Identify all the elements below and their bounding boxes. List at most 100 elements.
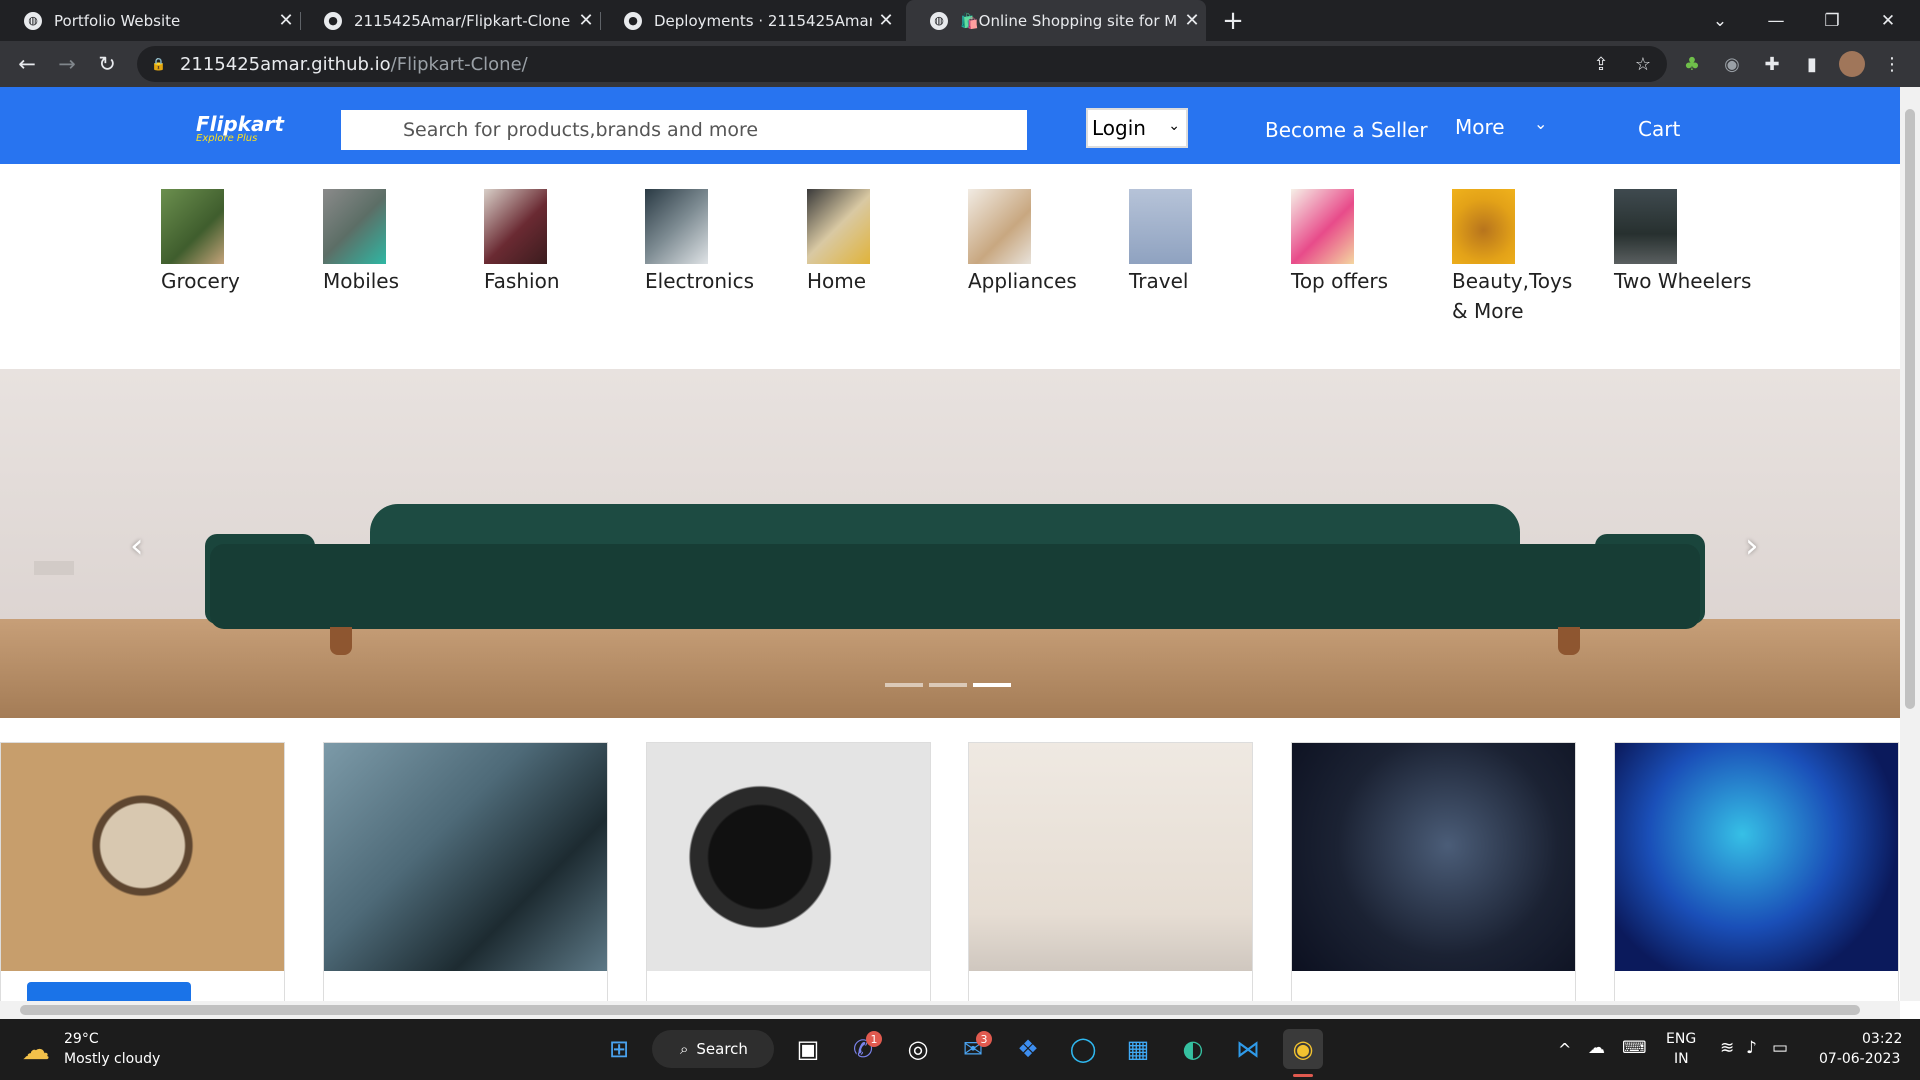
wall-outlet	[34, 561, 74, 575]
back-icon[interactable]: ←	[11, 48, 43, 80]
dropbox-icon[interactable]: ❖	[1008, 1029, 1048, 1069]
carousel-indicator[interactable]	[885, 683, 923, 687]
category-label: Beauty,Toys	[1452, 269, 1573, 293]
extension-tree-icon[interactable]: ♣	[1676, 48, 1708, 80]
product-card[interactable]	[1291, 742, 1576, 1001]
github-icon: ●	[624, 11, 642, 30]
scrollbar-thumb[interactable]	[1905, 109, 1915, 709]
wifi-icon[interactable]: ≋	[1720, 1038, 1734, 1058]
more-chevron-icon[interactable]: ⌄	[1534, 114, 1547, 133]
category-top-offers[interactable]: Top offers	[1291, 189, 1388, 296]
github-icon: ●	[324, 11, 342, 30]
vscode-icon[interactable]: ⋈	[1228, 1029, 1268, 1069]
weather-cloud-icon[interactable]: ☁	[22, 1033, 50, 1066]
carousel-indicator-active[interactable]	[973, 683, 1011, 687]
menu-kebab-icon[interactable]: ⋮	[1876, 48, 1908, 80]
cart-link[interactable]: Cart	[1638, 117, 1680, 141]
close-window-icon[interactable]: ✕	[1860, 0, 1916, 41]
tab-flipkart-clone[interactable]: ◍ 🛍️Online Shopping site for Mob ✕	[906, 0, 1206, 41]
cortana-icon[interactable]: ◯	[1063, 1029, 1103, 1069]
chevron-right-icon[interactable]: ›	[1745, 526, 1759, 566]
github-desktop-icon[interactable]: ◎	[898, 1029, 938, 1069]
bookmark-star-icon[interactable]: ☆	[1627, 48, 1659, 80]
language-in[interactable]: IN	[1674, 1051, 1689, 1067]
category-two-wheelers[interactable]: Two Wheelers	[1614, 189, 1751, 296]
carousel-indicator[interactable]	[929, 683, 967, 687]
tab-deployments[interactable]: ● Deployments · 2115425Amar/Flip ✕	[600, 0, 900, 41]
category-label: Two Wheelers	[1614, 269, 1752, 293]
search-input[interactable]: Search for products,brands and more	[341, 110, 1027, 150]
become-seller-link[interactable]: Become a Seller	[1265, 118, 1428, 142]
close-tab-icon[interactable]: ✕	[572, 10, 600, 31]
side-panel-icon[interactable]: ▮	[1796, 48, 1828, 80]
category-electronics[interactable]: Electronics	[645, 189, 754, 296]
product-card[interactable]	[968, 742, 1253, 1001]
forward-icon[interactable]: →	[51, 48, 83, 80]
product-cards	[0, 742, 1900, 1001]
product-image-camera-lens	[647, 743, 930, 971]
login-select[interactable]: Login ⌄	[1086, 108, 1188, 148]
chevron-left-icon[interactable]: ‹	[130, 526, 144, 566]
share-icon[interactable]: ⇪	[1585, 48, 1617, 80]
address-bar[interactable]: 🔒 2115425amar.github.io/Flipkart-Clone/	[137, 46, 1667, 82]
flipkart-logo[interactable]: Flipkart Explore Plus	[196, 114, 284, 145]
language-eng[interactable]: ENG	[1666, 1031, 1696, 1047]
category-label: Home	[807, 269, 867, 293]
search-placeholder: Search for products,brands and more	[403, 119, 759, 141]
weather-temp[interactable]: 29°C	[64, 1031, 99, 1047]
url-host: 2115425amar.github.io	[179, 53, 391, 75]
scrollbar-thumb[interactable]	[20, 1005, 1860, 1015]
tab-search-icon[interactable]: ⌄	[1692, 0, 1748, 41]
close-tab-icon[interactable]: ✕	[272, 10, 300, 31]
reload-icon[interactable]: ↻	[91, 48, 123, 80]
chrome-icon[interactable]: ◉	[1283, 1029, 1323, 1069]
category-grocery[interactable]: Grocery	[161, 189, 240, 296]
close-tab-icon[interactable]: ✕	[1178, 10, 1206, 31]
task-view-icon[interactable]: ▣	[788, 1029, 828, 1069]
clock-date[interactable]: 07-06-2023	[1819, 1051, 1900, 1067]
carousel-floor	[0, 619, 1900, 718]
tab-portfolio[interactable]: ◍ Portfolio Website ✕	[0, 0, 300, 41]
new-tab-button[interactable]: +	[1205, 0, 1261, 41]
close-tab-icon[interactable]: ✕	[872, 10, 900, 31]
product-card[interactable]	[1614, 742, 1899, 1001]
keyboard-icon[interactable]: ⌨	[1622, 1038, 1647, 1058]
category-label: Electronics	[645, 269, 755, 293]
sofa-seat	[210, 544, 1700, 629]
category-appliances[interactable]: Appliances	[968, 189, 1077, 296]
horizontal-scrollbar[interactable]	[0, 1001, 1900, 1019]
category-mobiles[interactable]: Mobiles	[323, 189, 399, 296]
category-fashion[interactable]: Fashion	[484, 189, 560, 296]
mail-badge: 3	[976, 1031, 992, 1047]
category-beauty-toys[interactable]: Beauty,Toys & More	[1452, 189, 1572, 326]
two-wheelers-thumbnail	[1614, 189, 1677, 264]
tray-chevron-up-icon[interactable]: ^	[1558, 1040, 1571, 1059]
minimize-icon[interactable]: —	[1748, 0, 1804, 41]
extension-icon[interactable]: ◉	[1716, 48, 1748, 80]
product-card[interactable]	[646, 742, 931, 1001]
edge-icon[interactable]: ◐	[1173, 1029, 1213, 1069]
beauty-toys-thumbnail	[1452, 189, 1515, 264]
avatar[interactable]	[1836, 48, 1868, 80]
battery-icon[interactable]: ▭	[1772, 1038, 1788, 1058]
windows-start-icon[interactable]: ⊞	[599, 1029, 639, 1069]
store-icon[interactable]: ▦	[1118, 1029, 1158, 1069]
category-home[interactable]: Home	[807, 189, 870, 296]
travel-thumbnail	[1129, 189, 1192, 264]
clock-time[interactable]: 03:22	[1862, 1031, 1902, 1047]
extensions-puzzle-icon[interactable]: ✚	[1756, 48, 1788, 80]
more-menu[interactable]: More	[1455, 115, 1505, 139]
card-action-button[interactable]	[27, 982, 191, 1001]
tab-title: 2115425Amar/Flipkart-Clone: usi	[354, 11, 572, 30]
product-card[interactable]	[0, 742, 285, 1001]
tab-github-repo[interactable]: ● 2115425Amar/Flipkart-Clone: usi ✕	[300, 0, 600, 41]
restore-icon[interactable]: ❐	[1804, 0, 1860, 41]
product-image-washing-machine	[969, 743, 1252, 971]
taskbar-search-button[interactable]: ⌕ Search	[652, 1030, 774, 1068]
weather-desc[interactable]: Mostly cloudy	[64, 1051, 160, 1067]
category-travel[interactable]: Travel	[1129, 189, 1192, 296]
volume-icon[interactable]: ♪	[1746, 1038, 1757, 1058]
onedrive-icon[interactable]: ☁	[1588, 1038, 1605, 1058]
vertical-scrollbar[interactable]	[1900, 87, 1920, 1001]
product-card[interactable]	[323, 742, 608, 1001]
